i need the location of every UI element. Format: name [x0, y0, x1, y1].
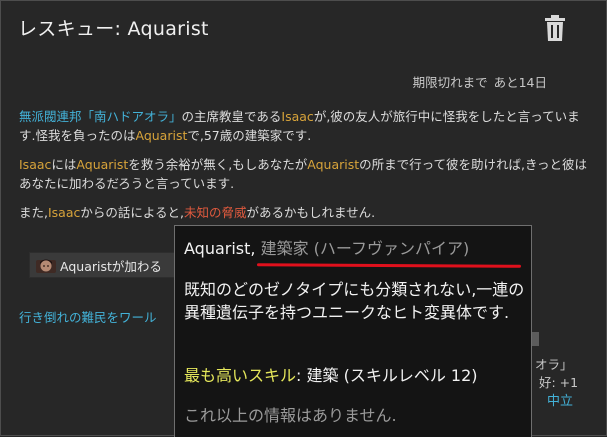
red-underline-annotation: [256, 263, 522, 268]
pawn-name-aquarist[interactable]: Aquarist: [135, 128, 187, 143]
faction-link[interactable]: 無派閥連邦「南ハドアオラ」: [19, 109, 182, 124]
window-title: レスキュー: Aquarist: [18, 18, 209, 40]
tooltip-description: 既知のどのゼノタイプにも分類されない,一連の異種遺伝子を持つユニークなヒト変異体…: [184, 280, 525, 322]
tooltip-skill: 最も高いスキル: 建築 (スキルレベル 12): [184, 362, 478, 386]
tooltip-skill-value: : 建築 (スキルレベル 12): [296, 366, 478, 385]
pawn-joins-label: Aquaristが加わる: [60, 258, 162, 274]
description-paragraph-3: また,Isaacからの話によると,未知の脅威があるかもしれません.: [19, 205, 376, 220]
expiry-label: 期限切れまで: [412, 75, 488, 90]
tooltip-no-more-info: これ以上の情報はありません.: [184, 406, 397, 425]
pawn-name-aquarist[interactable]: Aquarist: [76, 157, 128, 172]
pawn-name-isaac[interactable]: Isaac: [48, 205, 80, 220]
pawn-tooltip: Aquarist, 建築家 (ハーフヴァンパイア) 既知のどのゼノタイプにも分類…: [174, 225, 532, 437]
tooltip-skill-label: 最も高いスキル: [184, 366, 297, 385]
pawn-name-isaac[interactable]: Isaac: [281, 109, 313, 124]
description-paragraph-1: 無派閥連邦「南ハドアオラ」の主席教皇であるIsaacが,彼の友人が旅行中に怪我を…: [19, 109, 580, 143]
trash-icon[interactable]: [543, 14, 567, 42]
tooltip-title: Aquarist, 建築家 (ハーフヴァンパイア): [184, 235, 469, 259]
goodwill-partial: 好: +1: [539, 375, 579, 390]
pawn-joins-button[interactable]: Aquaristが加わる: [29, 252, 181, 278]
description-paragraph-2: IsaacにはAquaristを救う余裕が無く,もしあなたがAquaristの所…: [19, 157, 588, 191]
partial-icon: [531, 332, 539, 346]
relation-neutral-link[interactable]: 中立: [547, 390, 573, 409]
faction-name-partial: オラ」: [535, 357, 573, 372]
expiry-value: あと14日: [493, 75, 547, 90]
expiry-text: 期限切れまで あと14日: [407, 72, 547, 91]
pawn-name-aquarist[interactable]: Aquarist: [307, 157, 359, 172]
tooltip-pawn-name: Aquarist,: [184, 239, 256, 258]
unknown-threat-text: 未知の脅威: [184, 205, 247, 220]
pawn-name-isaac[interactable]: Isaac: [19, 157, 51, 172]
pawn-portrait-icon: [36, 259, 56, 273]
refugee-link[interactable]: 行き倒れの難民をワール: [19, 307, 157, 326]
tooltip-pawn-role: 建築家 (ハーフヴァンパイア): [260, 239, 470, 258]
